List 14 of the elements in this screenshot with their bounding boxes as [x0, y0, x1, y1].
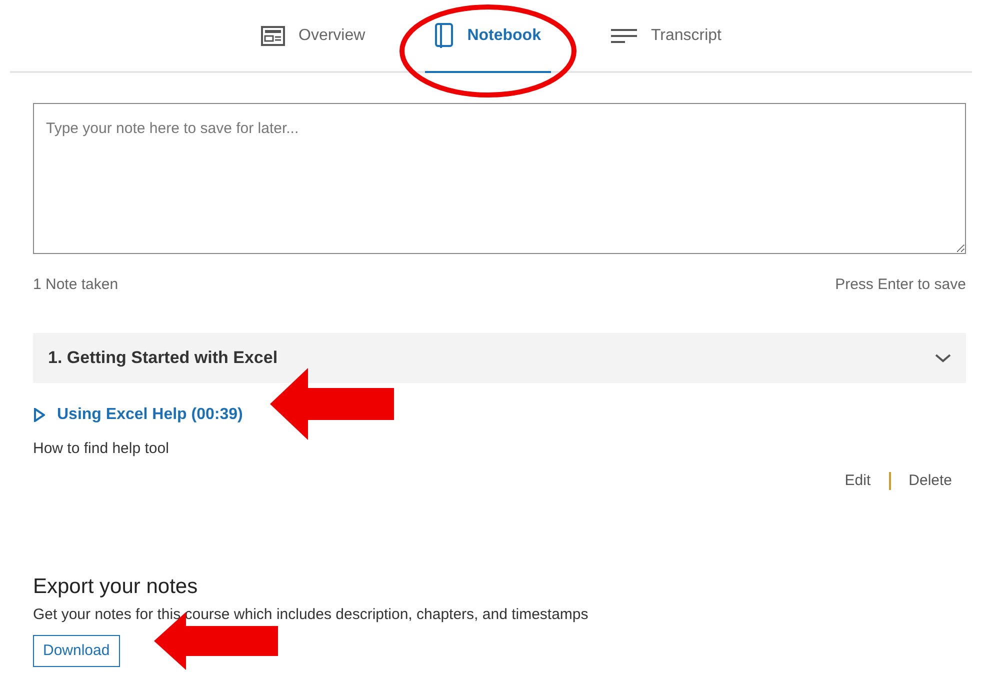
- save-hint: Press Enter to save: [835, 275, 966, 295]
- note-action[interactable]: Edit: [844, 470, 871, 492]
- tab[interactable]: Overview: [250, 0, 376, 73]
- tab[interactable]: Transcript: [600, 0, 732, 73]
- tab[interactable]: Notebook: [425, 0, 551, 73]
- note-count: 1 Note taken: [33, 275, 118, 295]
- export-description: Get your notes for this course which includes description, chapters, and timestamps: [33, 605, 590, 625]
- video-link[interactable]: Using Excel Help (00:39): [33, 402, 243, 426]
- note-text: How to find help tool: [33, 438, 170, 458]
- note-field[interactable]: Type your note here to save for later...: [33, 103, 966, 254]
- note-action[interactable]: Delete: [908, 470, 952, 492]
- chapter-header[interactable]: 1. Getting Started with Excel: [33, 332, 966, 382]
- export-heading: Export your notes: [33, 574, 199, 600]
- download-button[interactable]: Download: [33, 634, 120, 667]
